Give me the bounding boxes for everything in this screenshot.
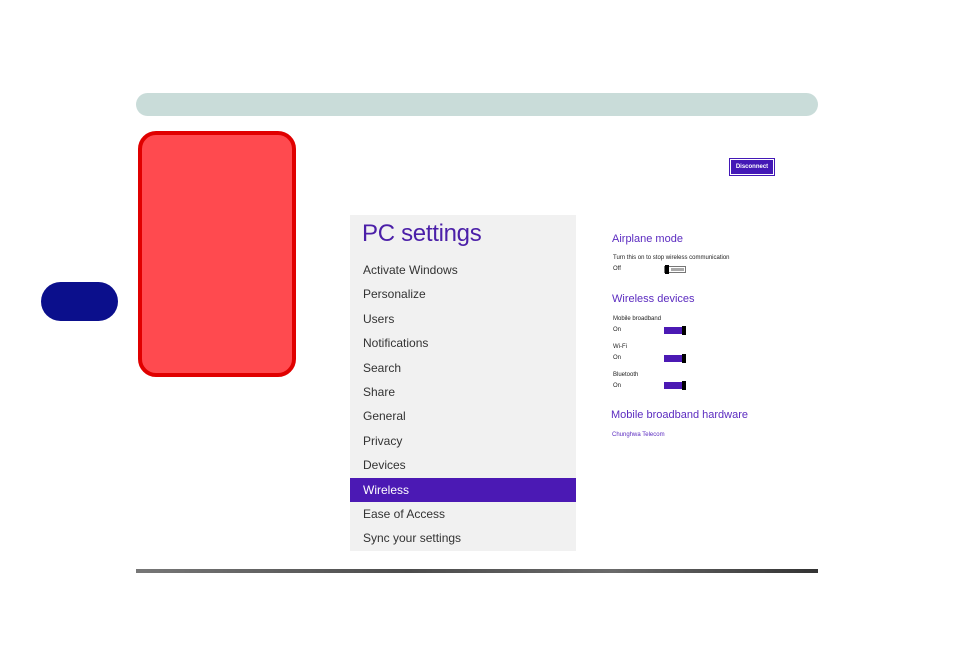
airplane-mode-toggle[interactable] [664,265,686,274]
toggle-thumb [665,265,669,274]
settings-menu: Activate Windows Personalize Users Notif… [350,258,576,551]
chapter-tab [41,282,118,321]
menu-item-privacy[interactable]: Privacy [350,429,576,453]
disconnect-button[interactable]: Disconnect [731,160,773,174]
bluetooth-label: Bluetooth [613,372,639,378]
airplane-mode-description: Turn this on to stop wireless communicat… [613,255,730,261]
wifi-toggle[interactable] [664,354,686,363]
note-callout-box [138,131,296,377]
page-header-bar [136,93,818,116]
pc-settings-panel: PC settings Activate Windows Personalize… [350,215,576,551]
menu-item-activate-windows[interactable]: Activate Windows [350,258,576,282]
menu-item-share[interactable]: Share [350,380,576,404]
menu-item-personalize[interactable]: Personalize [350,282,576,306]
footer-divider [136,569,818,573]
mobile-broadband-hardware-heading: Mobile broadband hardware [611,409,748,421]
menu-item-users[interactable]: Users [350,307,576,331]
menu-item-ease-of-access[interactable]: Ease of Access [350,502,576,526]
menu-item-notifications[interactable]: Notifications [350,331,576,355]
page-title: PC settings [362,220,482,247]
toggle-thumb [682,354,686,363]
airplane-mode-state: Off [613,266,621,272]
menu-item-general[interactable]: General [350,404,576,428]
menu-item-search[interactable]: Search [350,356,576,380]
menu-item-wireless[interactable]: Wireless [350,477,576,502]
wifi-label: Wi-Fi [613,344,627,350]
wireless-devices-heading: Wireless devices [612,293,695,305]
bluetooth-toggle[interactable] [664,381,686,390]
toggle-thumb [682,326,686,335]
mobile-broadband-state: On [613,327,622,333]
menu-item-sync-settings[interactable]: Sync your settings [350,526,576,550]
mobile-broadband-toggle[interactable] [664,326,686,335]
wifi-state: On [613,355,622,361]
mobile-broadband-label: Mobile broadband [613,316,662,322]
toggle-thumb [682,381,686,390]
wireless-detail-panel: Airplane mode Turn this on to stop wirel… [602,215,770,527]
airplane-mode-heading: Airplane mode [612,233,683,245]
menu-item-devices[interactable]: Devices [350,453,576,477]
broadband-provider-link[interactable]: Chunghwa Telecom [612,432,665,438]
bluetooth-state: On [613,383,622,389]
